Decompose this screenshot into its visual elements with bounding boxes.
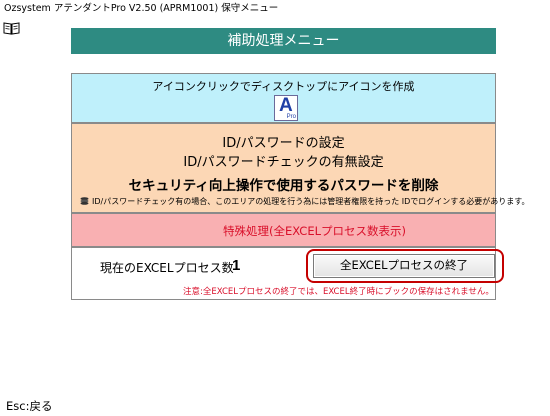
password-panel: ID/パスワードの設定 ID/パスワードチェックの有無設定 セキュリティ向上操作… <box>71 123 529 213</box>
app-shortcut-icon[interactable]: A Pro <box>274 95 298 121</box>
excel-process-label: 現在のEXCELプロセス数 <box>100 261 234 275</box>
excel-warning: 注意:全EXCELプロセスの終了では、EXCEL終了時にブックの保存はされません… <box>183 287 494 297</box>
special-process-panel: 特殊処理(全EXCELプロセス数表示) <box>71 213 496 247</box>
book-icon[interactable] <box>3 20 20 35</box>
stack-icon <box>80 197 89 205</box>
highlight-ring <box>306 249 504 283</box>
icon-create-panel: アイコンクリックでディスクトップにアイコンを作成 A Pro <box>71 73 496 123</box>
password-check-settings-link[interactable]: ID/パスワードチェックの有無設定 <box>72 151 495 170</box>
esc-back-label: Esc:戻る <box>6 399 53 413</box>
password-note-text: ID/パスワードチェック有の場合、このエリアの処理を行う為には管理者権限を持った… <box>92 197 530 206</box>
special-process-link[interactable]: 特殊処理(全EXCELプロセス数表示) <box>223 223 406 239</box>
excel-process-count: 1 <box>232 257 241 274</box>
window-title: Ozsystem アテンダントPro V2.50 (APRM1001) 保守メニ… <box>4 3 279 14</box>
app-icon-sub: Pro <box>286 114 296 120</box>
icon-create-label: アイコンクリックでディスクトップにアイコンを作成 <box>152 80 415 93</box>
menu-title: 補助処理メニュー <box>71 28 496 54</box>
password-note: ID/パスワードチェック有の場合、このエリアの処理を行う為には管理者権限を持った… <box>80 196 529 207</box>
password-settings-link[interactable]: ID/パスワードの設定 <box>72 132 495 151</box>
delete-security-password-link[interactable]: セキュリティ向上操作で使用するパスワードを削除 <box>72 174 495 194</box>
